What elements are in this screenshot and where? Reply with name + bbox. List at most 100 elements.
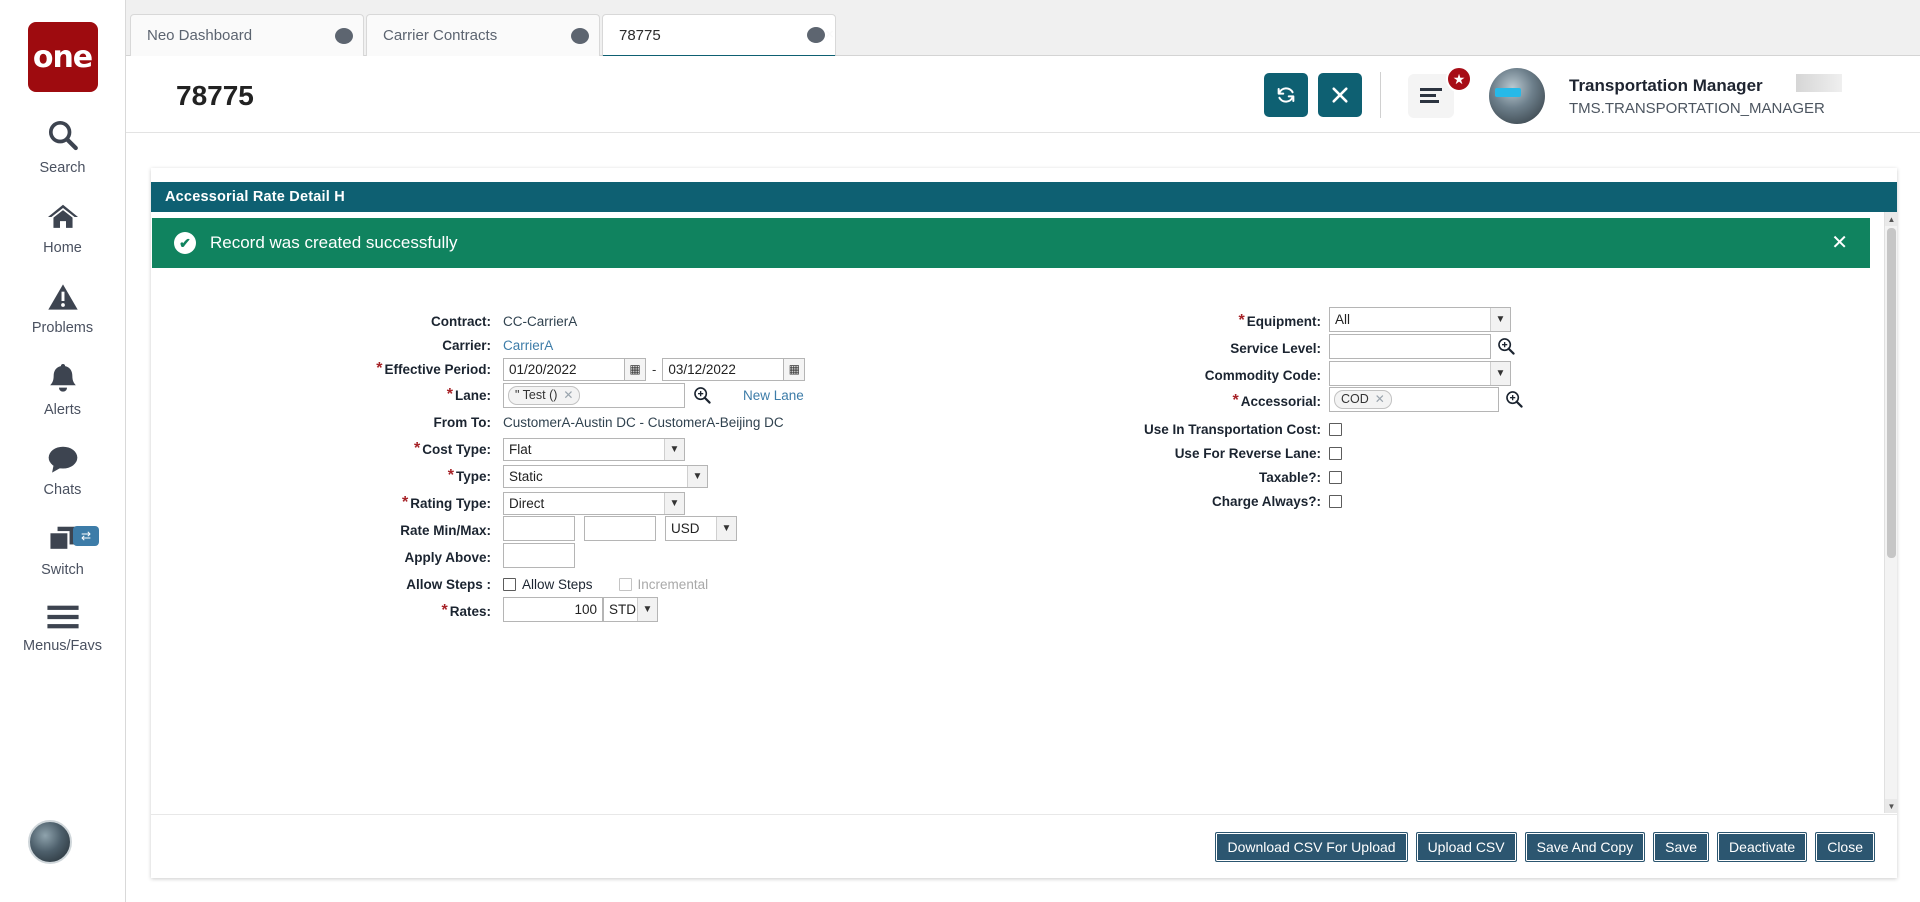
sidebar-item-chats[interactable]: Chats: [0, 444, 125, 498]
accessorial-input[interactable]: COD ✕: [1329, 386, 1499, 412]
required-marker: *: [447, 467, 454, 484]
sidebar-item-label: Problems: [31, 320, 94, 336]
taxable-row: [1329, 464, 1342, 490]
rates-unit-select[interactable]: STD ▼: [603, 596, 658, 622]
effective-from-input[interactable]: 01/20/2022: [503, 357, 625, 381]
from-to-value: CustomerA-Austin DC - CustomerA-Beijing …: [503, 414, 784, 430]
avatar-visor: [1495, 88, 1521, 97]
tab-78775[interactable]: 78775 ✕: [602, 14, 836, 58]
taxable-checkbox[interactable]: [1329, 470, 1342, 484]
use-for-reverse-lane-checkbox[interactable]: [1329, 446, 1342, 460]
app-logo[interactable]: one: [27, 22, 98, 92]
required-marker: *: [376, 360, 383, 377]
sidebar-item-menus-favs[interactable]: Menus/Favs: [0, 604, 125, 654]
rate-min-input[interactable]: [503, 515, 575, 541]
close-button[interactable]: Close: [1815, 831, 1875, 862]
save-and-copy-button[interactable]: Save And Copy: [1524, 831, 1646, 862]
sidebar-item-switch[interactable]: ⇄ Switch: [0, 524, 125, 578]
sidebar-item-label: Switch: [41, 562, 84, 578]
contract-label-row: Contract:: [231, 308, 491, 334]
service-level-row: [1329, 333, 1515, 359]
banner-close-icon[interactable]: ✕: [1831, 233, 1848, 253]
calendar-icon[interactable]: ▦: [625, 357, 646, 381]
chevron-down-icon: ▼: [1490, 307, 1510, 331]
contract-value: CC-CarrierA: [503, 313, 578, 329]
carrier-link[interactable]: CarrierA: [503, 338, 553, 353]
hamburger-icon: [46, 604, 80, 634]
equipment-row: All ▼: [1329, 306, 1511, 332]
refresh-icon: [1277, 87, 1295, 103]
refresh-button[interactable]: [1264, 73, 1308, 117]
service-level-input[interactable]: [1329, 333, 1491, 359]
rates-input[interactable]: 100: [503, 596, 603, 622]
effective-to-input[interactable]: 03/12/2022: [662, 357, 785, 381]
allow-steps-checkbox[interactable]: [503, 577, 516, 591]
chevron-down-icon: ▼: [687, 465, 707, 487]
type-select[interactable]: Static ▼: [503, 464, 708, 488]
incremental-checkbox[interactable]: [618, 577, 632, 591]
commodity-code-select[interactable]: ▼: [1329, 360, 1511, 386]
deactivate-button[interactable]: Deactivate: [1717, 831, 1808, 862]
save-button[interactable]: Save: [1653, 831, 1710, 862]
currency-select[interactable]: USD ▼: [665, 515, 737, 541]
assistant-avatar[interactable]: [28, 820, 72, 864]
sidebar-item-alerts[interactable]: Alerts: [0, 362, 125, 418]
required-marker: *: [402, 494, 409, 511]
form-scrollbar[interactable]: ▲ ▼: [1884, 212, 1898, 813]
charge-always-checkbox[interactable]: [1329, 494, 1342, 508]
apply-above-label-row: Apply Above:: [231, 544, 491, 570]
tab-close-icon[interactable]: ✕: [807, 27, 834, 43]
scroll-up-arrow-icon[interactable]: ▲: [1885, 212, 1898, 226]
tab-neo-dashboard[interactable]: Neo Dashboard ✕: [130, 14, 364, 56]
use-in-transportation-cost-row: [1329, 416, 1342, 442]
close-record-button[interactable]: [1318, 73, 1362, 117]
equipment-select[interactable]: All ▼: [1329, 306, 1511, 332]
use-for-reverse-lane-label-row: Use For Reverse Lane:: [1001, 440, 1321, 466]
effective-period-label-row: * Effective Period:: [231, 356, 491, 382]
commodity-code-label: Commodity Code:: [1204, 367, 1321, 383]
new-lane-link[interactable]: New Lane: [743, 388, 804, 403]
upload-csv-button[interactable]: Upload CSV: [1415, 831, 1517, 862]
download-csv-for-upload-button[interactable]: Download CSV For Upload: [1215, 831, 1408, 862]
sidebar-item-label: Home: [43, 240, 82, 256]
cost-type-select[interactable]: Flat ▼: [503, 437, 685, 461]
favorites-star-badge[interactable]: ★: [1446, 66, 1472, 92]
service-level-label-row: Service Level:: [1001, 335, 1321, 361]
lane-input[interactable]: " Test () ✕: [503, 382, 685, 408]
lane-chip-label: " Test (): [515, 388, 558, 402]
use-in-transportation-cost-label-row: Use In Transportation Cost:: [1001, 416, 1321, 442]
use-in-transportation-cost-checkbox[interactable]: [1329, 422, 1342, 436]
scroll-down-arrow-icon[interactable]: ▼: [1885, 799, 1898, 813]
rating-type-label-row: * Rating Type:: [231, 490, 491, 516]
calendar-icon[interactable]: ▦: [784, 357, 806, 381]
accessorial-label-row: * Accessorial:: [1001, 388, 1321, 414]
tab-close-icon[interactable]: ✕: [571, 27, 598, 44]
switch-toggle-badge[interactable]: ⇄: [73, 526, 99, 546]
carrier-value-row: CarrierA: [503, 332, 553, 358]
charge-always-row: [1329, 488, 1342, 514]
accessorial-search-icon[interactable]: [1505, 390, 1523, 408]
contract-value-row: CC-CarrierA: [503, 308, 577, 334]
sidebar-item-home[interactable]: Home: [0, 202, 125, 256]
apply-above-input[interactable]: [503, 542, 575, 568]
chip-remove-icon[interactable]: ✕: [1375, 392, 1385, 406]
rating-type-label: Rating Type:: [410, 495, 491, 511]
tab-carrier-contracts[interactable]: Carrier Contracts ✕: [366, 14, 600, 56]
tab-close-icon[interactable]: ✕: [335, 27, 362, 44]
sidebar-item-search[interactable]: Search: [0, 118, 125, 176]
service-level-search-icon[interactable]: [1497, 337, 1515, 355]
use-for-reverse-lane-label: Use For Reverse Lane:: [1174, 445, 1321, 461]
user-avatar[interactable]: [1489, 68, 1545, 124]
scrollbar-thumb[interactable]: [1887, 228, 1896, 558]
rating-type-select[interactable]: Direct ▼: [503, 491, 685, 515]
home-icon: [46, 202, 80, 236]
rate-max-input[interactable]: [584, 515, 656, 541]
chip-remove-icon[interactable]: ✕: [563, 388, 573, 402]
accessorial-chip-label: COD: [1341, 392, 1369, 406]
effective-period-label: Effective Period:: [384, 361, 491, 377]
allow-steps-label: Allow Steps :: [406, 576, 491, 592]
allow-steps-row: Allow Steps Incremental: [503, 571, 708, 597]
check-circle-icon: ✔: [174, 232, 196, 254]
sidebar-item-problems[interactable]: Problems: [0, 282, 125, 336]
lane-search-icon[interactable]: [693, 386, 711, 404]
